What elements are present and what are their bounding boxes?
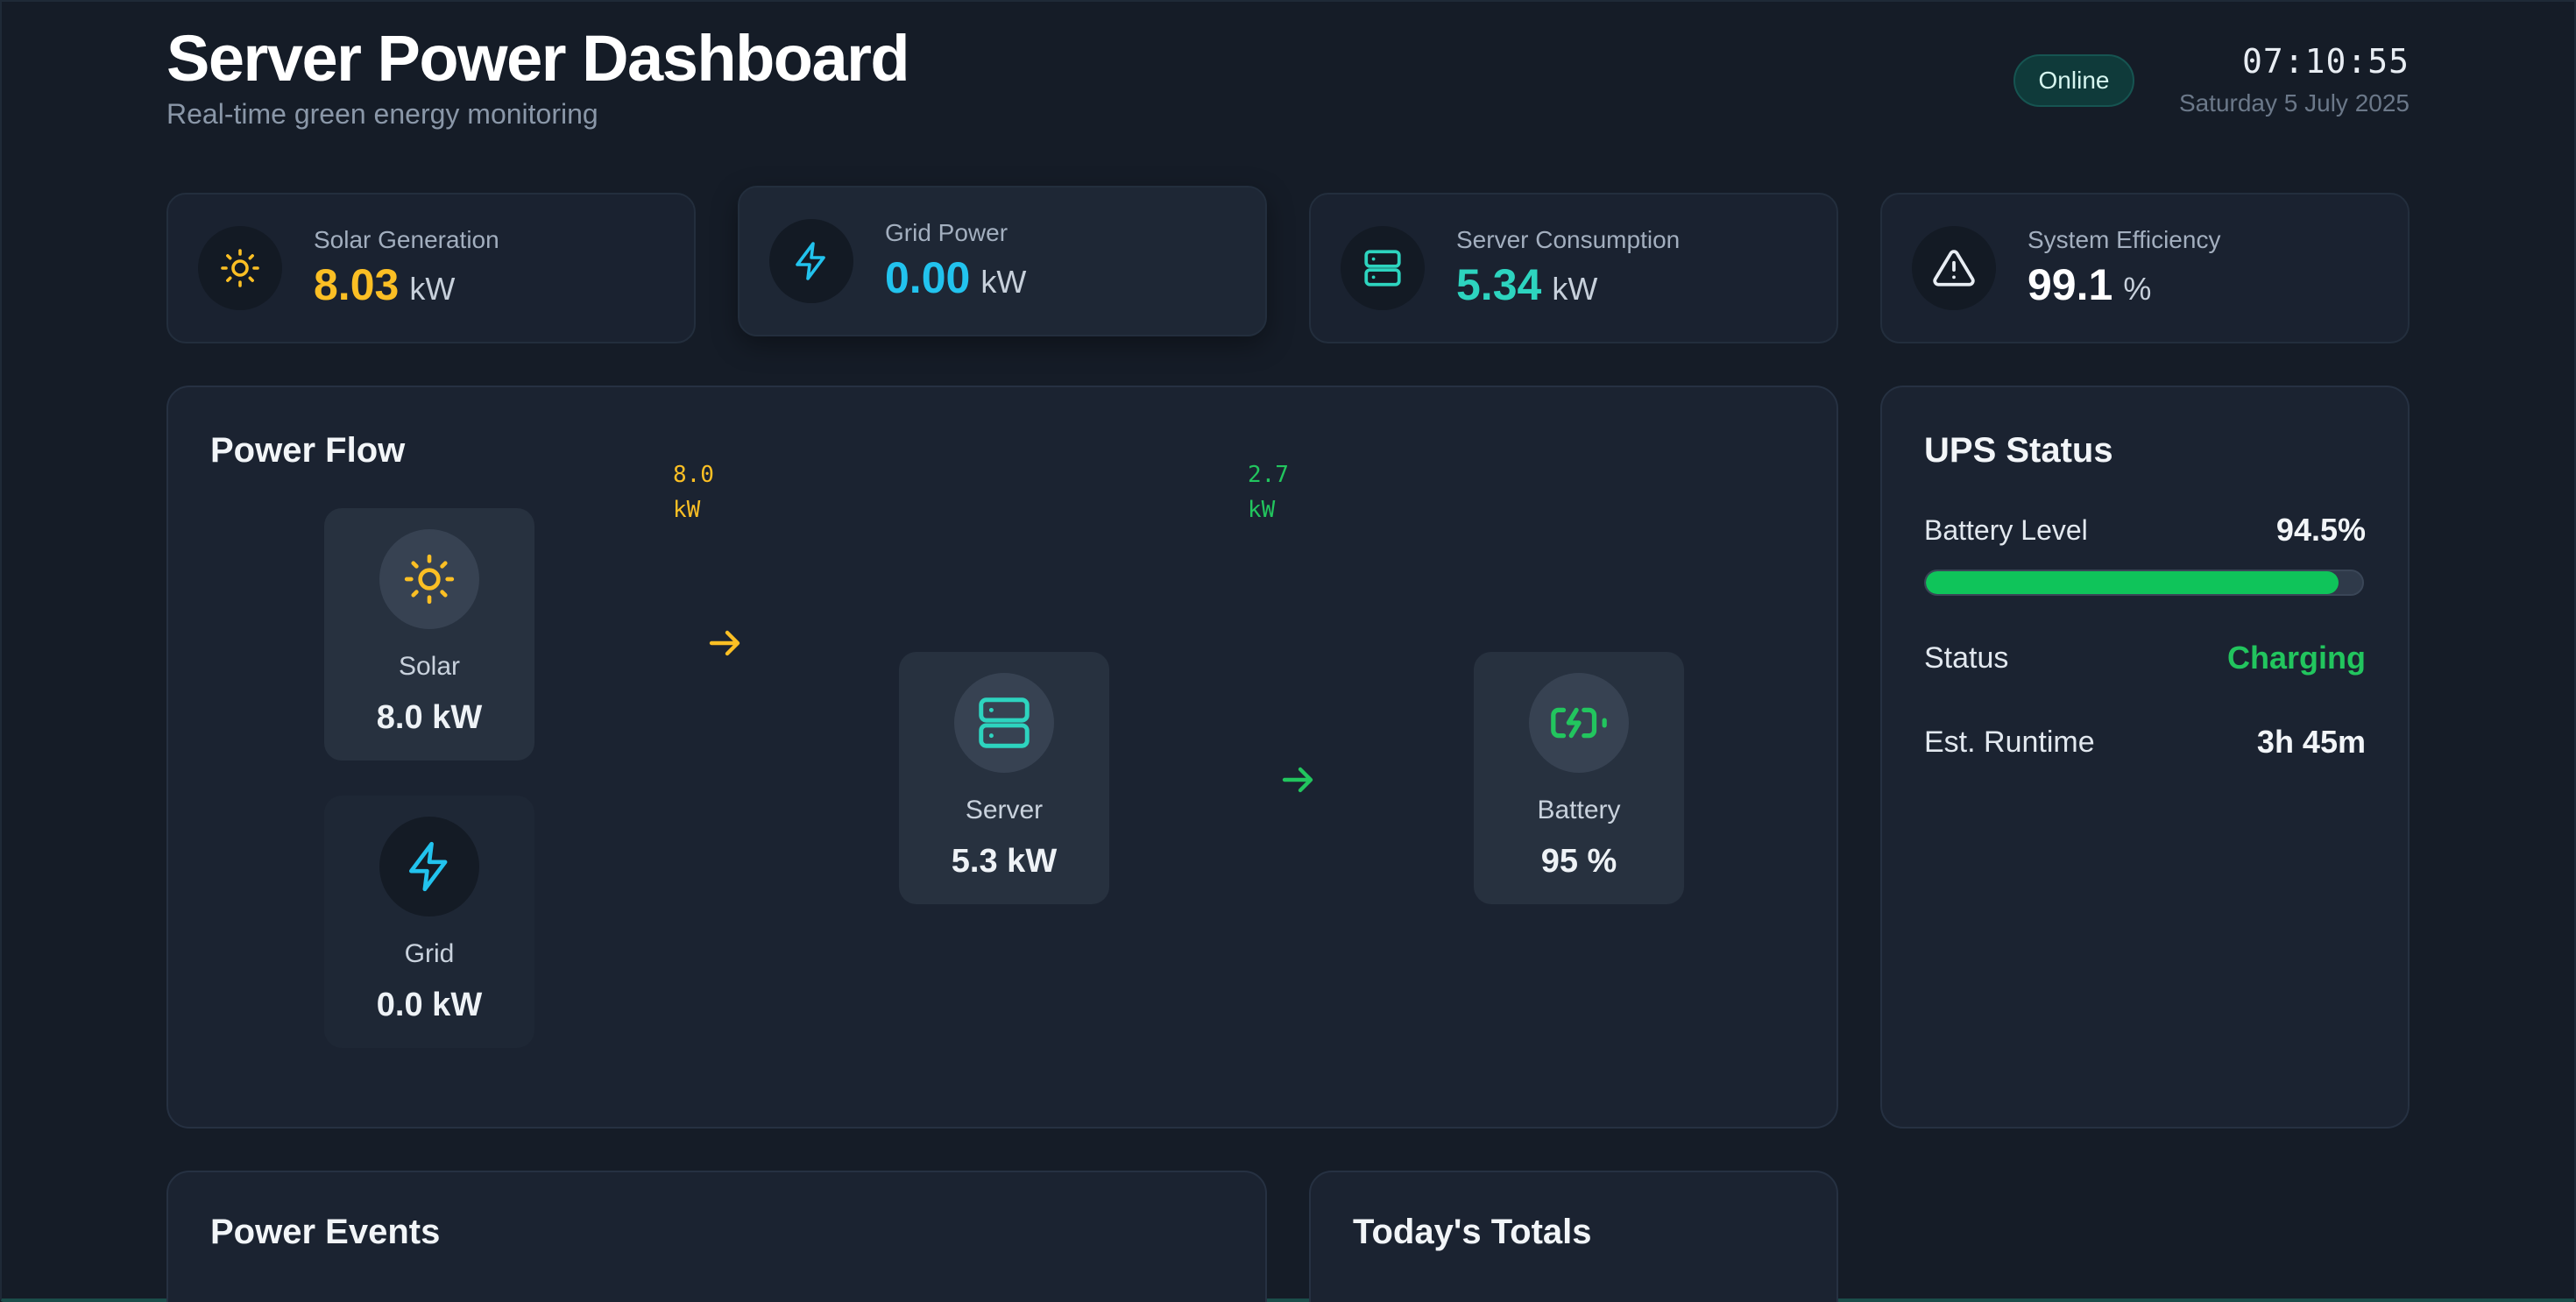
runtime-row: Est. Runtime 3h 45m: [1924, 724, 2366, 761]
stat-value: 8.03: [314, 260, 400, 309]
battery-level-bar: [1924, 570, 2364, 596]
battery-level-value: 94.5%: [2275, 512, 2366, 548]
sun-icon: [379, 529, 479, 629]
node-label: Solar: [398, 652, 461, 681]
warning-icon: [1912, 226, 1996, 310]
battery-level-fill: [1926, 571, 2339, 594]
status-value: Charging: [2227, 640, 2366, 676]
server-icon: [954, 673, 1054, 773]
todays-totals-panel: Today's Totals: [1309, 1171, 1838, 1302]
runtime-value: 3h 45m: [2256, 724, 2366, 760]
battery-flow-unit: kW: [1248, 497, 1276, 523]
node-label: Server: [965, 796, 1044, 824]
node-grid[interactable]: Grid 0.0 kW: [324, 796, 534, 1048]
power-events-panel: Power Events: [166, 1171, 1267, 1302]
node-value: 95 %: [1540, 843, 1617, 880]
node-label: Grid: [404, 939, 455, 968]
status-label: Status: [1924, 640, 2009, 675]
node-value: 0.0 kW: [376, 987, 483, 1023]
ups-status-panel: UPS Status Battery Level 94.5% Status Ch…: [1880, 386, 2410, 1129]
page-title: Server Power Dashboard: [166, 22, 910, 95]
solar-flow-value: 8.0: [673, 462, 714, 488]
stat-card-grid[interactable]: Grid Power 0.00 kW: [738, 186, 1267, 336]
lightning-icon: [379, 817, 479, 916]
stat-unit: kW: [980, 264, 1027, 300]
stat-value: 0.00: [885, 253, 971, 302]
stat-label: Solar Generation: [314, 226, 499, 253]
battery-flow-arrow-icon: [1277, 759, 1320, 805]
node-value: 5.3 kW: [951, 843, 1058, 880]
node-label: Battery: [1537, 796, 1621, 824]
stat-card-server[interactable]: Server Consumption 5.34 kW: [1309, 193, 1838, 343]
server-icon: [1341, 226, 1425, 310]
status-badge: Online: [2013, 54, 2134, 107]
battery-level-label: Battery Level: [1924, 513, 2088, 546]
power-flow-panel: Power Flow Solar 8.0 kW Grid 0.0 kW Serv…: [166, 386, 1838, 1129]
stat-label: System Efficiency: [2028, 226, 2221, 253]
node-battery[interactable]: Battery 95 %: [1474, 652, 1684, 904]
stat-unit: kW: [1552, 271, 1598, 307]
stat-card-efficiency[interactable]: System Efficiency 99.1 %: [1880, 193, 2410, 343]
battery-charging-icon: [1529, 673, 1629, 773]
ups-title: UPS Status: [1924, 431, 2113, 470]
stat-label: Server Consumption: [1456, 226, 1681, 253]
sun-icon: [198, 226, 282, 310]
node-server[interactable]: Server 5.3 kW: [899, 652, 1109, 904]
solar-flow-tag: 8.0 kW: [673, 457, 714, 527]
node-solar[interactable]: Solar 8.0 kW: [324, 508, 534, 761]
page-subtitle: Real-time green energy monitoring: [166, 98, 598, 130]
stat-value: 99.1: [2028, 260, 2113, 309]
battery-flow-tag: 2.7 kW: [1248, 457, 1289, 527]
solar-flow-unit: kW: [673, 497, 701, 523]
power-events-title: Power Events: [210, 1213, 441, 1251]
lightning-icon: [769, 219, 853, 303]
stat-card-solar[interactable]: Solar Generation 8.03 kW: [166, 193, 696, 343]
todays-totals-title: Today's Totals: [1353, 1213, 1592, 1251]
solar-flow-arrow-icon: [704, 622, 747, 669]
stat-unit: %: [2123, 271, 2152, 307]
clock-date: Saturday 5 July 2025: [2178, 89, 2410, 117]
status-row: Status Charging: [1924, 640, 2366, 676]
power-flow-title: Power Flow: [210, 431, 406, 470]
stat-unit: kW: [409, 271, 456, 307]
stat-value: 5.34: [1456, 260, 1542, 309]
battery-flow-value: 2.7: [1248, 462, 1289, 488]
clock-time: 07:10:55: [2241, 42, 2410, 81]
node-value: 8.0 kW: [376, 699, 483, 736]
battery-level-row: Battery Level 94.5%: [1924, 512, 2366, 548]
runtime-label: Est. Runtime: [1924, 725, 2095, 759]
stat-label: Grid Power: [885, 219, 1008, 246]
